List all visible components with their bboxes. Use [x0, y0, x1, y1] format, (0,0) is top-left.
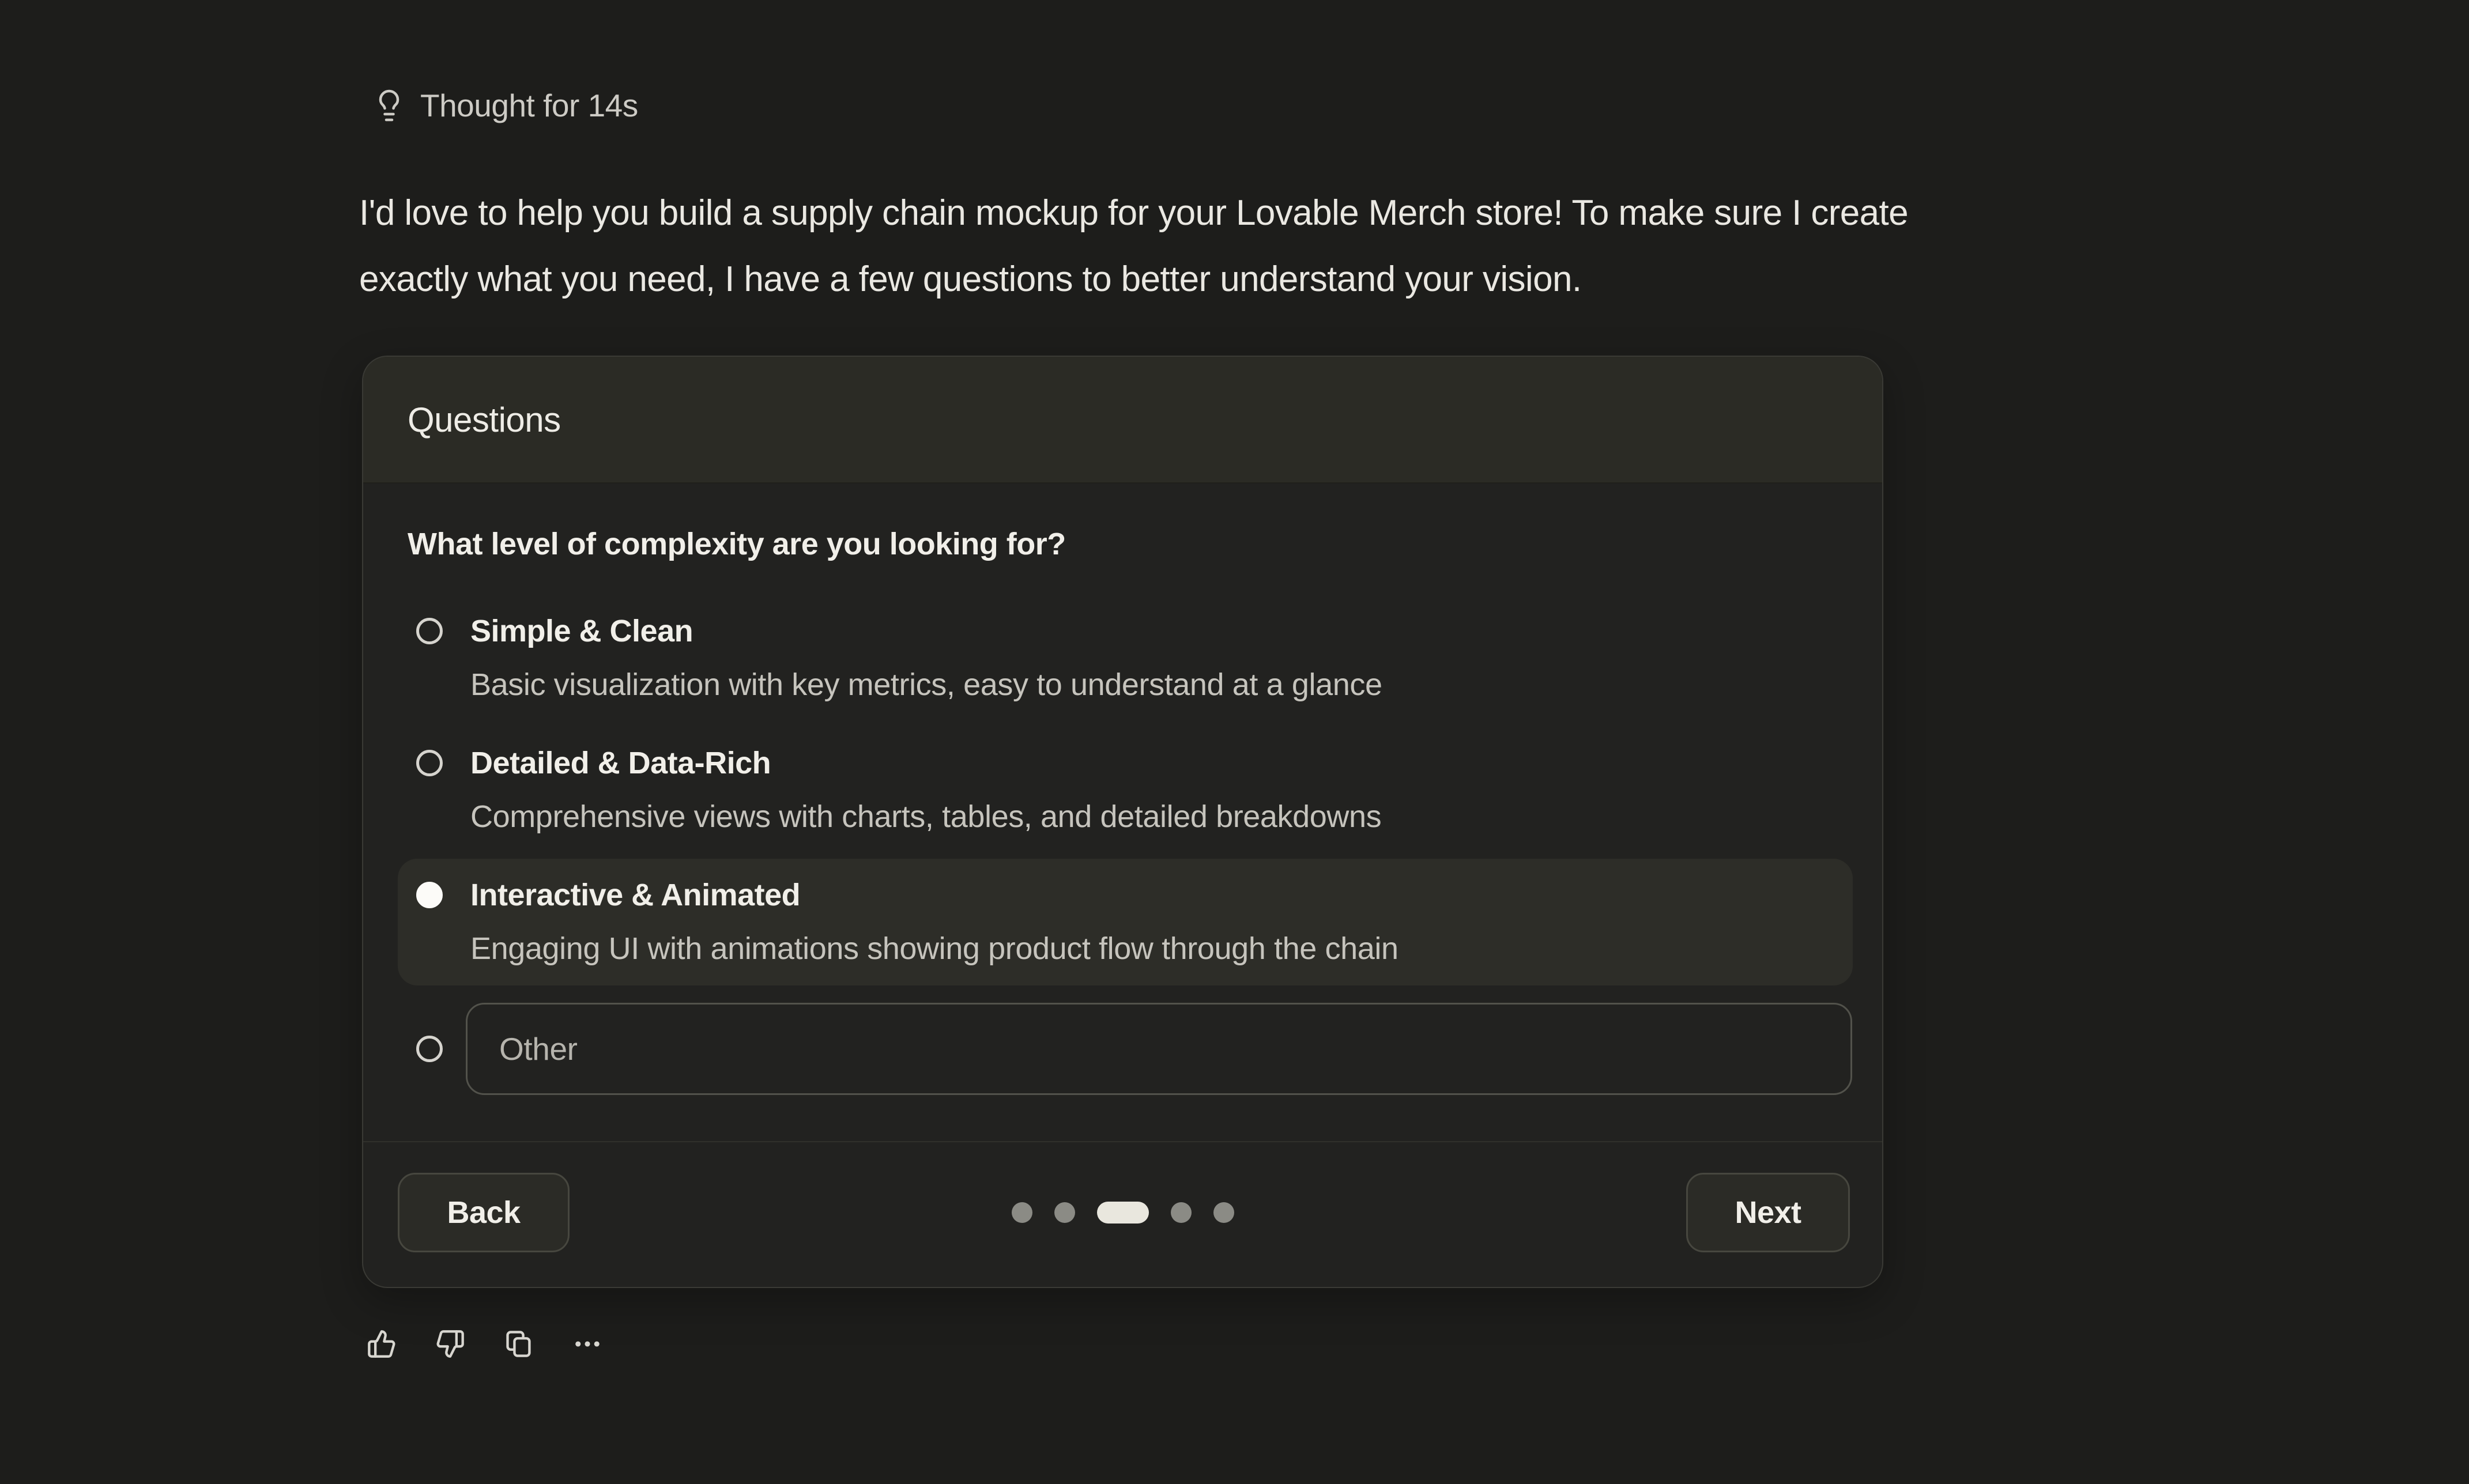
option-title: Interactive & Animated [470, 877, 800, 913]
radio-icon[interactable] [416, 750, 443, 776]
thumbs-down-button[interactable] [435, 1329, 465, 1359]
footer-divider [363, 1141, 1882, 1142]
back-button[interactable]: Back [398, 1173, 570, 1252]
thumbs-up-button[interactable] [367, 1329, 397, 1359]
question-text: What level of complexity are you looking… [408, 526, 1066, 562]
more-options-button[interactable] [572, 1329, 602, 1359]
thought-toggle[interactable]: Thought for 14s [372, 86, 638, 124]
radio-icon[interactable] [416, 1036, 443, 1062]
option-description: Comprehensive views with charts, tables,… [470, 799, 1381, 834]
questions-card-header: Questions [363, 357, 1882, 484]
option-other[interactable] [398, 1003, 1853, 1095]
pagination-dots [1012, 1202, 1234, 1224]
option-title: Detailed & Data-Rich [470, 745, 771, 781]
next-button[interactable]: Next [1686, 1173, 1850, 1252]
thumbs-down-icon [435, 1329, 465, 1359]
option-title: Simple & Clean [470, 613, 693, 649]
message-line: exactly what you need, I have a few ques… [359, 246, 1908, 312]
radio-selected-icon[interactable] [416, 882, 443, 908]
thought-label: Thought for 14s [420, 87, 638, 124]
chat-page: Thought for 14s I'd love to help you bui… [0, 0, 2469, 1484]
option-interactive-animated[interactable]: Interactive & Animated Engaging UI with … [398, 859, 1853, 985]
other-input[interactable] [466, 1003, 1852, 1095]
option-detailed-data-rich[interactable]: Detailed & Data-Rich Comprehensive views… [398, 727, 1853, 854]
lightbulb-icon [372, 88, 406, 123]
option-description: Engaging UI with animations showing prod… [470, 931, 1399, 966]
questions-card: Questions What level of complexity are y… [362, 356, 1883, 1288]
radio-icon[interactable] [416, 618, 443, 644]
pagination-dot [1012, 1202, 1032, 1223]
message-actions [367, 1329, 602, 1359]
copy-icon [504, 1329, 534, 1359]
option-description: Basic visualization with key metrics, ea… [470, 667, 1382, 703]
pagination-dot-active [1097, 1202, 1149, 1224]
pagination-dot [1054, 1202, 1075, 1223]
more-options-icon [572, 1329, 602, 1359]
assistant-message: I'd love to help you build a supply chai… [359, 180, 1908, 312]
card-title: Questions [408, 400, 561, 440]
copy-button[interactable] [504, 1329, 534, 1359]
pagination-dot [1213, 1202, 1234, 1223]
thumbs-up-icon [367, 1329, 397, 1359]
option-simple-clean[interactable]: Simple & Clean Basic visualization with … [398, 595, 1853, 722]
pagination-dot [1171, 1202, 1192, 1223]
message-line: I'd love to help you build a supply chai… [359, 180, 1908, 246]
